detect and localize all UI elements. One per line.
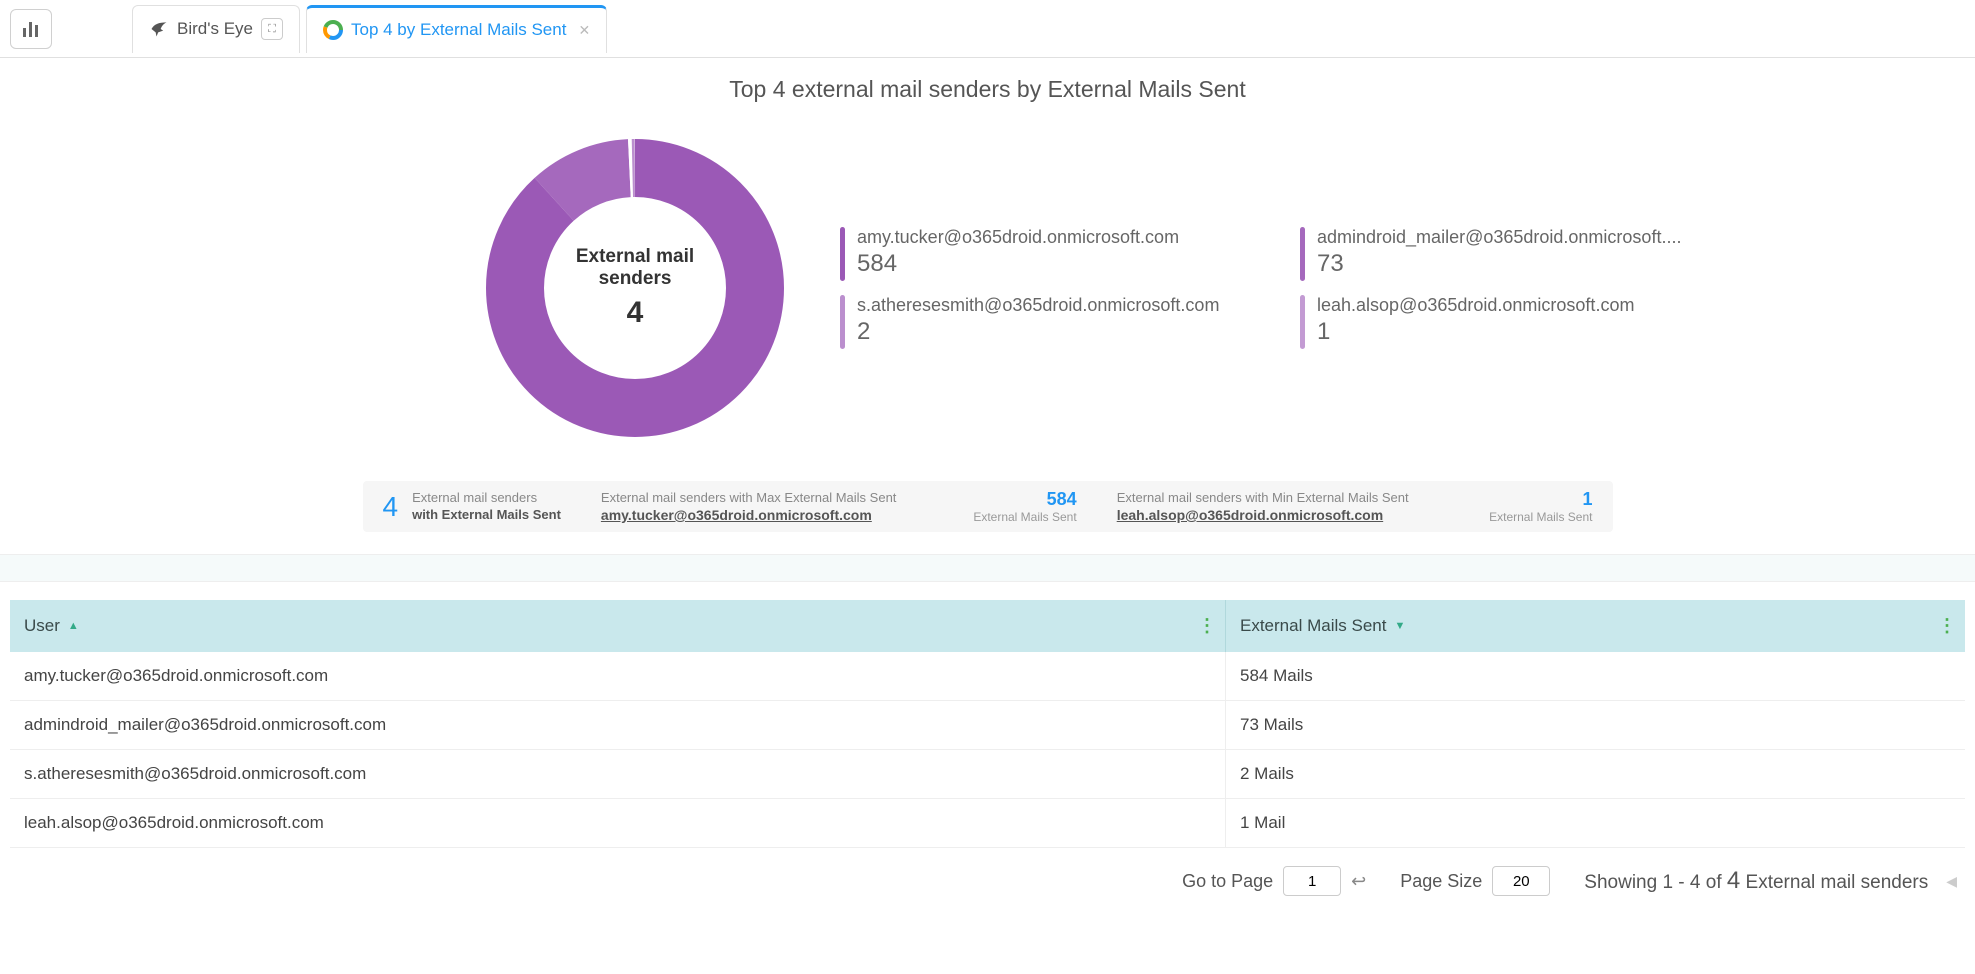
goto-label: Go to Page <box>1182 871 1273 892</box>
cell-user: admindroid_mailer@o365droid.onmicrosoft.… <box>10 701 1225 749</box>
table-row[interactable]: admindroid_mailer@o365droid.onmicrosoft.… <box>10 701 1965 750</box>
legend-color-bar <box>840 227 845 281</box>
column-label: User <box>24 616 60 636</box>
bar-chart-icon <box>22 20 40 38</box>
section-divider <box>0 554 1975 582</box>
summary-count-l2: with External Mails Sent <box>412 507 561 524</box>
legend-value: 2 <box>857 318 1219 346</box>
bird-icon <box>149 19 169 39</box>
summary-count-l1: External mail senders <box>412 490 561 507</box>
tab-label: Bird's Eye <box>177 19 253 39</box>
goto-page-input[interactable] <box>1283 866 1341 896</box>
legend-value: 1 <box>1317 318 1634 346</box>
legend-color-bar <box>840 295 845 349</box>
cell-user: leah.alsop@o365droid.onmicrosoft.com <box>10 799 1225 847</box>
legend-name: amy.tucker@o365droid.onmicrosoft.com <box>857 227 1179 248</box>
enter-icon[interactable]: ↩ <box>1351 871 1366 892</box>
page-size-input[interactable] <box>1492 866 1550 896</box>
table-row[interactable]: amy.tucker@o365droid.onmicrosoft.com584 … <box>10 652 1965 701</box>
page-size-label: Page Size <box>1400 871 1482 892</box>
legend-color-bar <box>1300 227 1305 281</box>
summary-unit: External Mails Sent <box>973 510 1076 524</box>
summary-bar: 4 External mail senders with External Ma… <box>363 481 1613 532</box>
summary-min-label: External mail senders with Min External … <box>1117 490 1409 507</box>
summary-min-user[interactable]: leah.alsop@o365droid.onmicrosoft.com <box>1117 507 1409 523</box>
summary-unit: External Mails Sent <box>1489 510 1592 524</box>
report-title: Top 4 external mail senders by External … <box>0 76 1975 103</box>
prev-page-icon[interactable]: ◀ <box>1942 873 1961 890</box>
summary-count: 4 <box>383 491 399 523</box>
cell-mails: 584 Mails <box>1225 652 1965 700</box>
tab-top4-external[interactable]: Top 4 by External Mails Sent ✕ <box>306 5 607 53</box>
summary-min-value: 1 <box>1489 489 1592 510</box>
legend-name: s.atheresesmith@o365droid.onmicrosoft.co… <box>857 295 1219 316</box>
chart-legend: amy.tucker@o365droid.onmicrosoft.com584a… <box>840 227 1740 349</box>
donut-value: 4 <box>553 296 718 330</box>
donut-icon <box>323 20 343 40</box>
legend-item[interactable]: amy.tucker@o365droid.onmicrosoft.com584 <box>840 227 1280 281</box>
donut-chart: External mail senders 4 <box>470 123 800 453</box>
summary-max-label: External mail senders with Max External … <box>601 490 897 507</box>
legend-value: 584 <box>857 250 1179 278</box>
close-icon[interactable]: ✕ <box>578 22 590 39</box>
data-grid: User ▲ ⋮ External Mails Sent ▼ ⋮ amy.tuc… <box>10 600 1965 848</box>
table-row[interactable]: leah.alsop@o365droid.onmicrosoft.com1 Ma… <box>10 799 1965 848</box>
tab-birds-eye[interactable]: Bird's Eye ⛶ <box>132 5 300 53</box>
cell-mails: 73 Mails <box>1225 701 1965 749</box>
sort-desc-icon: ▼ <box>1394 620 1405 632</box>
sort-asc-icon: ▲ <box>68 620 79 632</box>
legend-name: leah.alsop@o365droid.onmicrosoft.com <box>1317 295 1634 316</box>
tab-label: Top 4 by External Mails Sent <box>351 20 566 40</box>
report-panel: Top 4 external mail senders by External … <box>0 58 1975 532</box>
table-row[interactable]: s.atheresesmith@o365droid.onmicrosoft.co… <box>10 750 1965 799</box>
legend-value: 73 <box>1317 250 1681 278</box>
column-menu-icon[interactable]: ⋮ <box>1198 616 1215 637</box>
legend-item[interactable]: leah.alsop@o365droid.onmicrosoft.com1 <box>1300 295 1740 349</box>
legend-item[interactable]: admindroid_mailer@o365droid.onmicrosoft.… <box>1300 227 1740 281</box>
summary-max-value: 584 <box>973 489 1076 510</box>
legend-name: admindroid_mailer@o365droid.onmicrosoft.… <box>1317 227 1681 248</box>
legend-item[interactable]: s.atheresesmith@o365droid.onmicrosoft.co… <box>840 295 1280 349</box>
cell-user: s.atheresesmith@o365droid.onmicrosoft.co… <box>10 750 1225 798</box>
cell-user: amy.tucker@o365droid.onmicrosoft.com <box>10 652 1225 700</box>
expand-icon[interactable]: ⛶ <box>261 18 283 40</box>
legend-color-bar <box>1300 295 1305 349</box>
tab-bar: Bird's Eye ⛶ Top 4 by External Mails Sen… <box>0 0 1975 58</box>
column-menu-icon[interactable]: ⋮ <box>1938 616 1955 637</box>
cell-mails: 1 Mail <box>1225 799 1965 847</box>
donut-label: External mail senders <box>553 246 718 290</box>
summary-max-user[interactable]: amy.tucker@o365droid.onmicrosoft.com <box>601 507 897 523</box>
grid-header: User ▲ ⋮ External Mails Sent ▼ ⋮ <box>10 600 1965 652</box>
chart-icon-button[interactable] <box>10 9 52 49</box>
column-label: External Mails Sent <box>1240 616 1386 636</box>
column-header-user[interactable]: User ▲ ⋮ <box>10 600 1225 652</box>
result-count: Showing 1 - 4 of 4 External mail senders <box>1584 867 1928 895</box>
cell-mails: 2 Mails <box>1225 750 1965 798</box>
column-header-mails[interactable]: External Mails Sent ▼ ⋮ <box>1225 600 1965 652</box>
pager: Go to Page ↩ Page Size Showing 1 - 4 of … <box>0 848 1975 896</box>
